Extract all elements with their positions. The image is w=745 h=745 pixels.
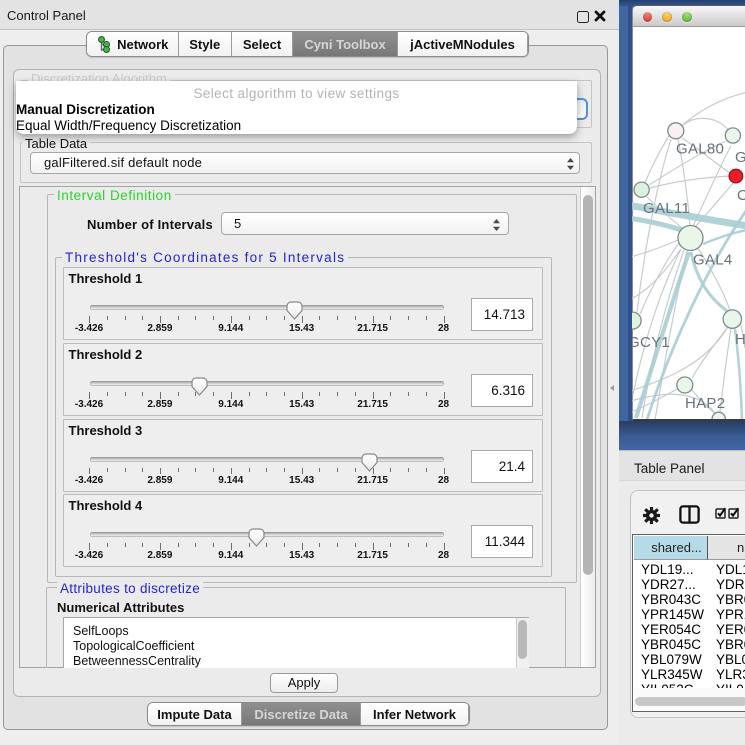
svg-text:GAL4: GAL4 xyxy=(693,252,733,269)
svg-text:CDC6: CDC6 xyxy=(737,187,745,204)
svg-text:GAL80: GAL80 xyxy=(735,149,745,166)
svg-text:GAL11: GAL11 xyxy=(643,200,690,217)
svg-text:HAP2: HAP2 xyxy=(685,395,725,412)
svg-text:GCY1: GCY1 xyxy=(632,334,670,351)
svg-text:HAP1: HAP1 xyxy=(735,331,745,348)
svg-text:GAL80: GAL80 xyxy=(676,141,724,158)
